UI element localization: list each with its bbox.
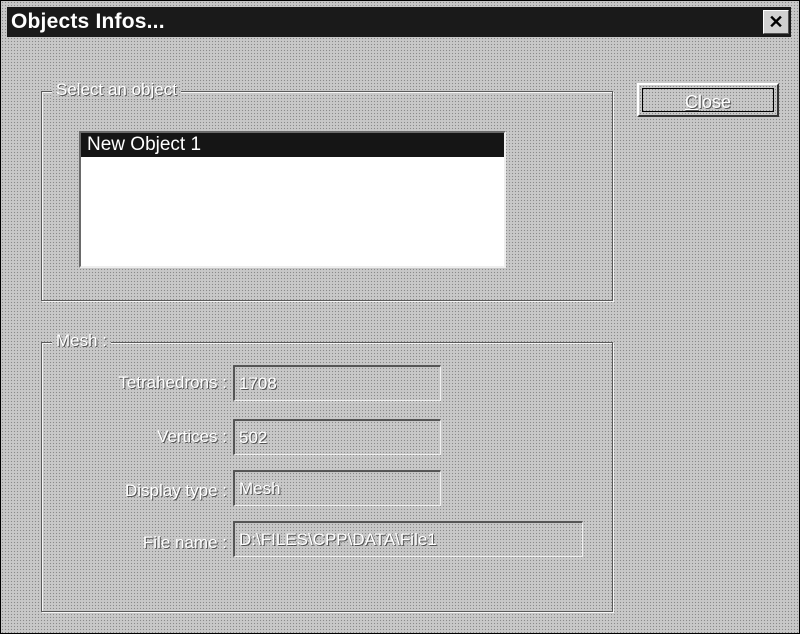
close-button-label: lose — [697, 92, 732, 112]
file-name-value: D:\FILES\CPP\DATA\File1 — [233, 521, 583, 557]
list-item[interactable]: New Object 1 — [81, 133, 504, 157]
title-bar: Objects Infos... ✕ — [7, 7, 791, 37]
close-button-mnemonic: C — [684, 92, 698, 112]
mesh-group-label: Mesh : — [52, 331, 112, 351]
display-type-value: Mesh — [233, 470, 441, 506]
file-name-label: File name : — [142, 533, 227, 552]
close-button[interactable]: Close — [637, 83, 779, 117]
window-title: Objects Infos... — [11, 10, 165, 33]
vertices-label: Vertices : — [157, 427, 227, 446]
objects-infos-dialog: Objects Infos... ✕ Select an object New … — [0, 0, 800, 634]
object-listbox[interactable]: New Object 1 — [79, 131, 506, 268]
select-object-group-label: Select an object — [52, 80, 181, 100]
close-icon[interactable]: ✕ — [763, 10, 789, 34]
tetrahedrons-label: Tetrahedrons : — [118, 373, 227, 392]
display-type-label: Display type : — [124, 481, 227, 500]
tetrahedrons-value: 1708 — [233, 365, 441, 401]
vertices-value: 502 — [233, 419, 441, 455]
